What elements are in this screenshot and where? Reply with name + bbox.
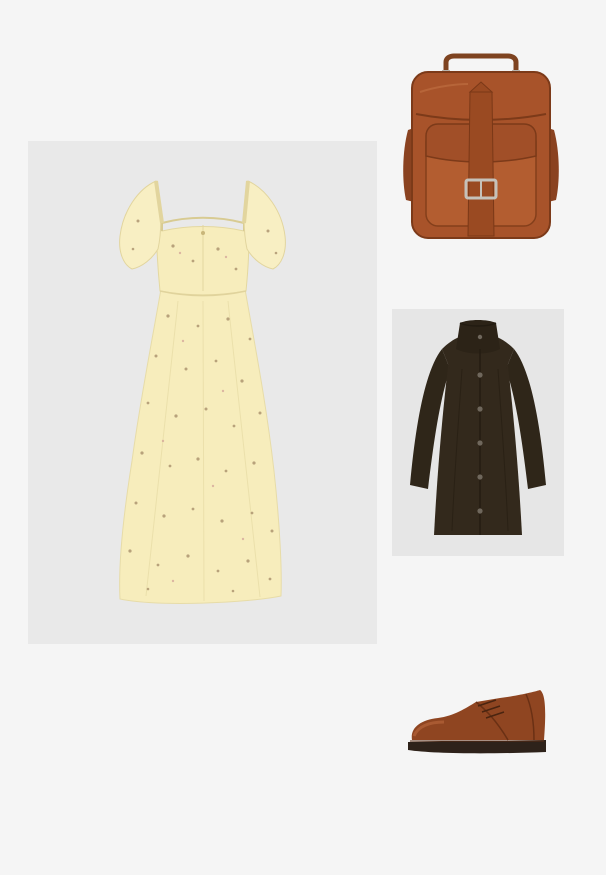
dress-illustration: [119, 180, 286, 604]
coat-product-image[interactable]: [392, 309, 564, 556]
shoe-illustration: [408, 690, 546, 754]
coat-illustration: [410, 320, 546, 535]
bag-illustration: [403, 53, 559, 239]
shoe-product-image[interactable]: [404, 684, 552, 758]
dress-product-image[interactable]: [28, 141, 377, 644]
bag-product-image[interactable]: [398, 52, 564, 244]
